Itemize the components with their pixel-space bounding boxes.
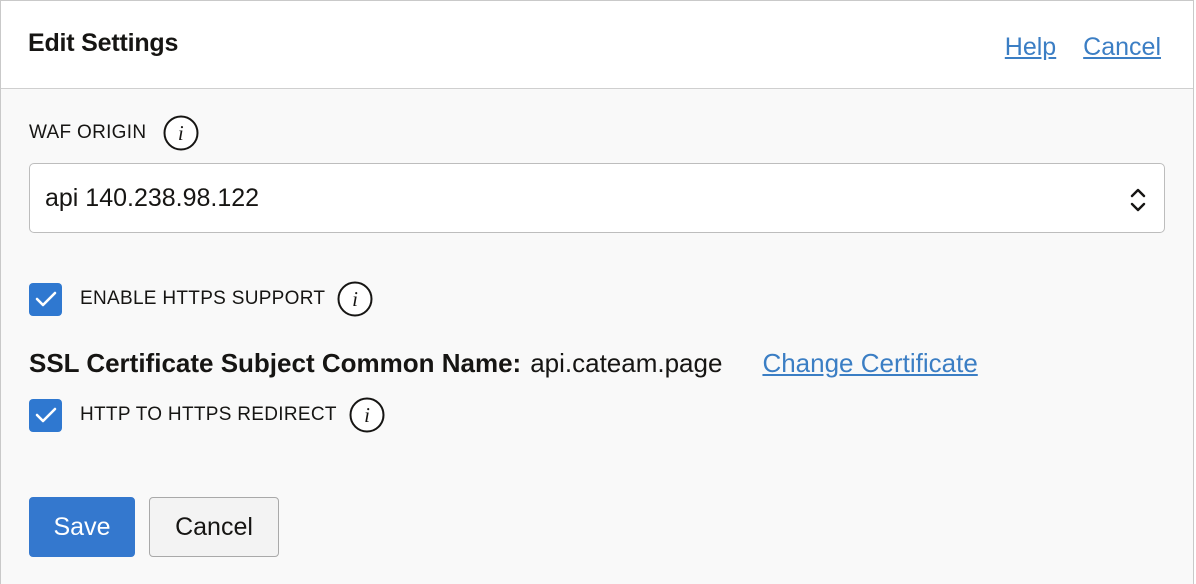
ssl-certificate-value: api.cateam.page [530,347,723,378]
panel-header: Edit Settings Help Cancel [1,1,1193,89]
info-icon[interactable]: i [163,115,199,151]
help-link[interactable]: Help [1005,33,1056,61]
header-links: Help Cancel [1005,33,1161,62]
svg-text:i: i [352,287,358,311]
https-support-row: ENABLE HTTPS SUPPORT i [29,280,373,318]
https-redirect-checkbox[interactable] [29,398,62,432]
https-support-checkbox[interactable] [29,282,62,316]
waf-origin-label: WAF ORIGIN [29,122,147,143]
edit-settings-panel: Edit Settings Help Cancel WAF ORIGIN i a… [0,0,1194,584]
svg-text:i: i [364,403,370,427]
checkmark-icon [35,407,56,423]
checkmark-icon [35,291,56,307]
waf-origin-select[interactable]: api 140.238.98.122 [29,163,1165,233]
waf-origin-label-row: WAF ORIGIN i [29,113,199,153]
waf-origin-selected-value: api 140.238.98.122 [45,184,260,212]
info-icon[interactable]: i [337,281,373,317]
https-support-label: ENABLE HTTPS SUPPORT [80,288,326,309]
ssl-certificate-label: SSL Certificate Subject Common Name: [29,347,522,378]
change-certificate-link[interactable]: Change Certificate [762,348,977,379]
info-icon[interactable]: i [349,397,385,433]
save-button[interactable]: Save [29,497,135,557]
svg-text:i: i [178,121,184,145]
ssl-certificate-row: SSL Certificate Subject Common Name: api… [29,345,978,381]
select-updown-chevron-icon [1128,184,1148,216]
panel-title: Edit Settings [28,29,179,57]
cancel-button[interactable]: Cancel [149,497,279,557]
header-cancel-link[interactable]: Cancel [1083,33,1161,61]
https-redirect-row: HTTP TO HTTPS REDIRECT i [29,396,385,434]
https-redirect-label: HTTP TO HTTPS REDIRECT [80,404,337,425]
